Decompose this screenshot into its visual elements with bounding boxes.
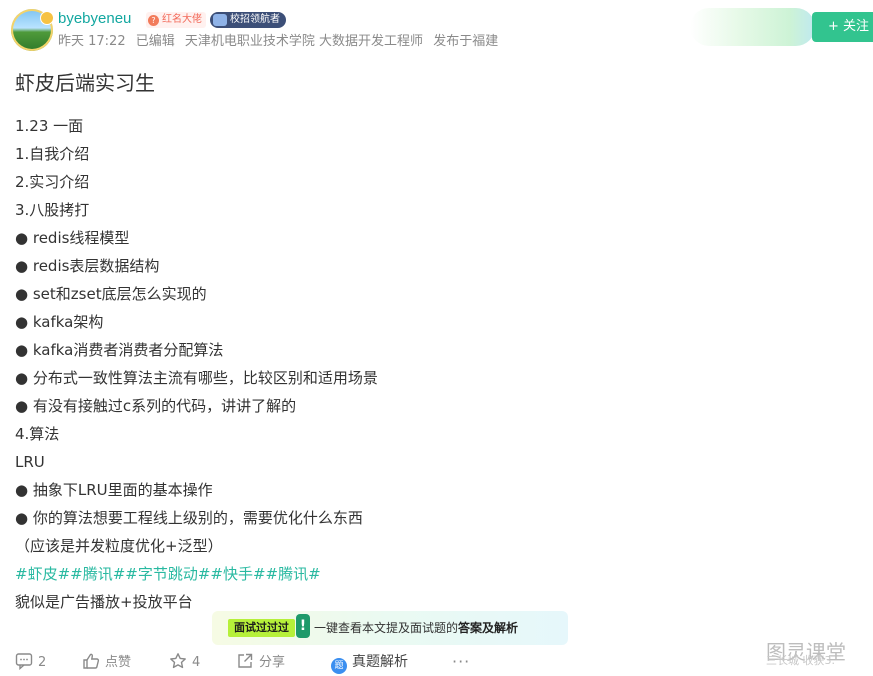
content-line: 1.23 一面 xyxy=(15,117,84,135)
content-line: （应该是并发粒度优化+泛型） xyxy=(15,537,223,555)
badge-icon: ? xyxy=(148,14,159,26)
promo-badge: 面试过过过 xyxy=(228,619,295,637)
author-username[interactable]: byebyeneu xyxy=(58,10,131,28)
answer-promo-banner[interactable]: 面试过过过 ! 一键查看本文提及面试题的答案及解析 xyxy=(212,611,568,645)
answer-analysis-icon: 题 xyxy=(331,658,347,674)
comment-button[interactable]: 2 xyxy=(15,652,46,672)
content-line: 3.八股拷打 xyxy=(15,201,90,219)
content-line: 4.算法 xyxy=(15,425,60,443)
content-line: LRU xyxy=(15,453,45,471)
red-name-badge: ? 红名大佬 xyxy=(146,12,206,28)
post-actions: 2 点赞 4 分享 题真题解析 ··· xyxy=(0,648,873,676)
author-school: 天津机电职业技术学院 大数据开发工程师 xyxy=(184,34,424,49)
promo-text-bold: 答案及解析 xyxy=(458,621,519,635)
content-line: ● set和zset底层怎么实现的 xyxy=(15,285,207,303)
promo-text: 一键查看本文提及面试题的答案及解析 xyxy=(314,620,518,636)
answer-analysis-label: 真题解析 xyxy=(352,654,408,670)
content-line: ● 分布式一致性算法主流有哪些，比较区别和适用场景 xyxy=(15,369,378,387)
content-line: ● redis表层数据结构 xyxy=(15,257,160,275)
post-meta: 昨天 17:22 已编辑 天津机电职业技术学院 大数据开发工程师 发布于福建 xyxy=(58,34,504,50)
answer-analysis-button[interactable]: 题真题解析 xyxy=(331,652,408,674)
post-content: 1.23 一面 1.自我介绍 2.实习介绍 3.八股拷打 ● redis线程模型… xyxy=(15,112,855,616)
content-line: ● 抽象下LRU里面的基本操作 xyxy=(15,481,213,499)
avatar-badge-icon xyxy=(40,11,54,25)
star-count: 4 xyxy=(192,655,201,670)
hashtag-links[interactable]: #虾皮##腾讯##字节跳动##快手##腾讯# xyxy=(15,560,855,588)
comment-icon xyxy=(15,653,33,671)
post-time: 昨天 17:22 xyxy=(58,34,126,49)
promo-text-prefix: 一键查看本文提及面试题的 xyxy=(314,621,459,635)
share-button[interactable]: 分享 xyxy=(236,652,285,672)
content-line: 1.自我介绍 xyxy=(15,145,90,163)
red-name-badge-label: 红名大佬 xyxy=(162,14,202,25)
star-button[interactable]: 4 xyxy=(169,652,200,672)
watermark-subtext: 三长城 收获3. xyxy=(766,654,835,667)
header-decoration xyxy=(690,8,815,46)
post-header: byebyeneu ? 红名大佬 校招领航者 昨天 17:22 已编辑 天津机电… xyxy=(0,0,873,62)
content-line: ● kafka架构 xyxy=(15,313,104,331)
content-line: ● kafka消费者消费者分配算法 xyxy=(15,341,224,359)
campus-leader-badge-label: 校招领航者 xyxy=(230,14,280,25)
comment-count: 2 xyxy=(38,655,47,670)
exclamation-icon: ! xyxy=(296,614,310,638)
share-label: 分享 xyxy=(259,655,286,670)
star-icon xyxy=(170,653,186,669)
content-line: ● 你的算法想要工程线上级别的，需要优化什么东西 xyxy=(15,509,363,527)
follow-button[interactable]: + 关注 xyxy=(812,12,873,42)
post-location: 发布于福建 xyxy=(433,34,499,49)
edited-label: 已编辑 xyxy=(135,34,175,49)
more-options-icon[interactable]: ··· xyxy=(452,652,470,671)
content-line: ● 有没有接触过c系列的代码，讲讲了解的 xyxy=(15,397,297,415)
content-line: 2.实习介绍 xyxy=(15,173,90,191)
like-button[interactable]: 点赞 xyxy=(82,652,131,672)
thumbs-up-icon xyxy=(83,653,100,669)
campus-leader-badge: 校招领航者 xyxy=(210,12,286,28)
post-title: 虾皮后端实习生 xyxy=(15,71,155,95)
campus-badge-icon xyxy=(213,14,227,26)
share-icon xyxy=(238,653,253,668)
content-line: ● redis线程模型 xyxy=(15,229,130,247)
like-label: 点赞 xyxy=(105,655,132,670)
